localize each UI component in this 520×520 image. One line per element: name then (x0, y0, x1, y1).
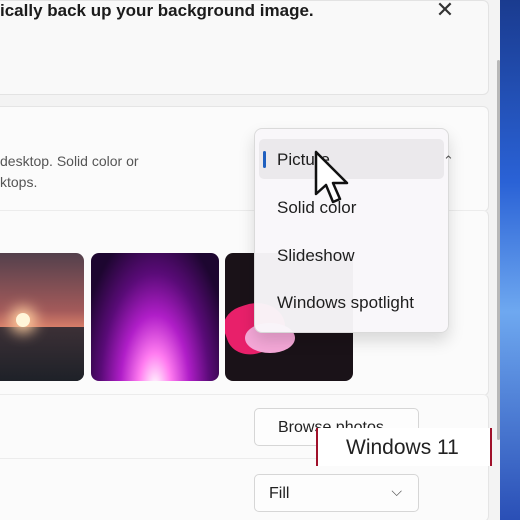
description-line-1: desktop. Solid color or (0, 153, 139, 169)
card-description: desktop. Solid color or ktops. (0, 151, 139, 193)
description-line-2: ktops. (0, 174, 38, 190)
chevron-up-icon: ⌃ (443, 153, 454, 168)
fit-card: Fill ⌵ (0, 458, 489, 520)
windows-11-overlay-label: Windows 11 (316, 428, 492, 466)
close-icon[interactable]: ✕ (434, 0, 456, 23)
dropdown-item-label: Slideshow (277, 246, 355, 265)
dropdown-item-windows-spotlight[interactable]: Windows spotlight (259, 282, 444, 322)
chevron-down-icon: ⌵ (391, 483, 402, 499)
banner-text: ically back up your background image. (0, 1, 314, 20)
mouse-pointer-icon (314, 150, 349, 204)
fit-select-value: Fill (269, 485, 290, 502)
dropdown-item-slideshow[interactable]: Slideshow (259, 235, 444, 275)
recent-image-1[interactable] (0, 253, 84, 381)
dropdown-item-label: Windows spotlight (277, 293, 415, 312)
fit-select[interactable]: Fill ⌵ (254, 474, 419, 512)
sun-shape (16, 313, 30, 327)
desktop-background-strip (500, 0, 520, 520)
recent-image-2[interactable] (91, 253, 219, 381)
landscape-shape (0, 327, 84, 381)
backup-banner: ically back up your background image. ✕ (0, 0, 489, 95)
selection-indicator (263, 151, 266, 168)
